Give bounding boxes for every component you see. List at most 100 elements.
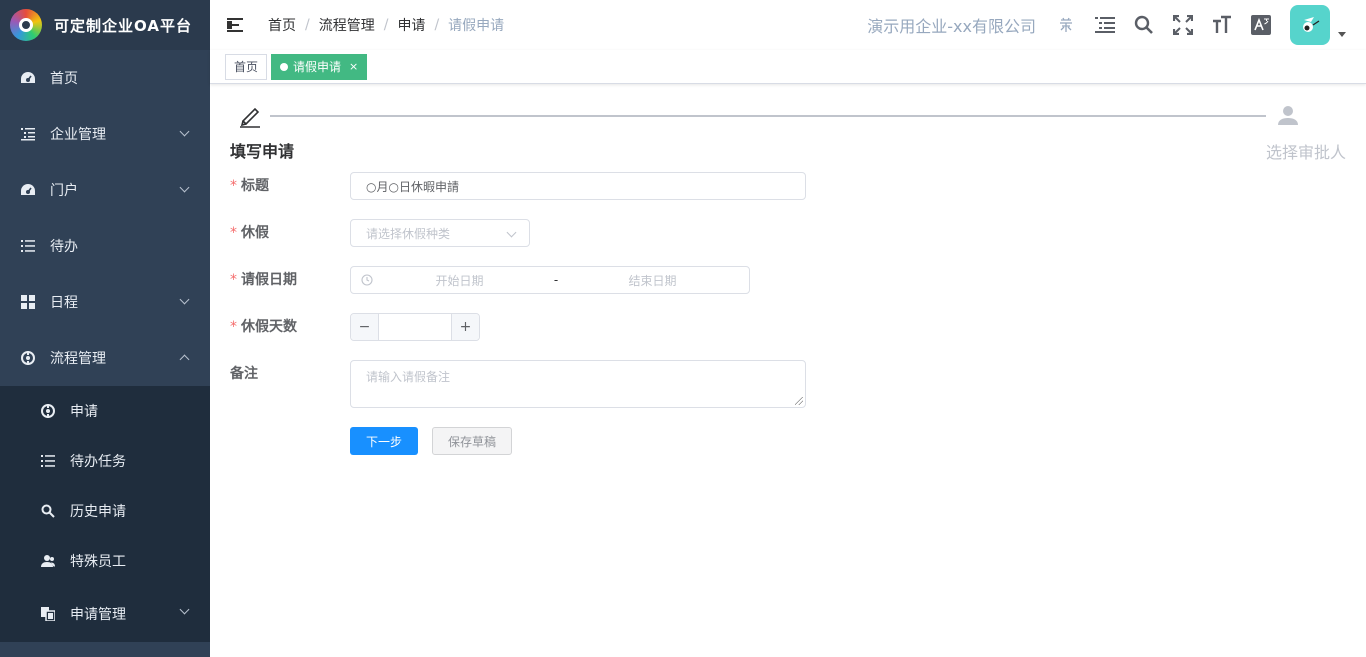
resize-handle[interactable] bbox=[795, 397, 803, 405]
leave-form: * 标题 ○月○日休暇申請 * 休假 请选择休假种类 * 请假日期 开始日期 -… bbox=[230, 172, 806, 455]
avatar[interactable] bbox=[1290, 5, 1330, 45]
days-stepper: − + bbox=[350, 313, 480, 341]
required-mark: * bbox=[230, 319, 237, 335]
title-input[interactable]: ○月○日休暇申請 bbox=[350, 172, 806, 200]
fullscreen-icon[interactable] bbox=[1173, 15, 1193, 35]
breadcrumb-item[interactable]: 申请 bbox=[397, 15, 425, 35]
chevron-down-icon bbox=[179, 126, 190, 137]
form-label: * 休假天数 bbox=[230, 319, 297, 335]
search-icon[interactable] bbox=[1134, 15, 1154, 35]
tag-label: 首页 bbox=[234, 59, 259, 74]
sidebar-subitem-todo-tasks[interactable]: 待办任务 bbox=[0, 436, 210, 486]
step-connector bbox=[270, 115, 1266, 117]
sidebar-item-process[interactable]: 流程管理 bbox=[0, 330, 210, 386]
tag-leave-request[interactable]: 请假申请 × bbox=[271, 53, 368, 80]
sidebar-subitem-label: 待办任务 bbox=[70, 454, 126, 470]
start-date-input[interactable]: 开始日期 bbox=[373, 272, 546, 289]
leave-type-select[interactable]: 请选择休假种类 bbox=[350, 219, 530, 247]
close-icon[interactable]: × bbox=[349, 55, 358, 79]
tree-list-icon bbox=[20, 126, 36, 142]
user-icon bbox=[1276, 104, 1300, 128]
sidebar-item-label: 企业管理 bbox=[50, 127, 106, 143]
sidebar-item-enterprise[interactable]: 企业管理 bbox=[0, 106, 210, 162]
chevron-down-icon bbox=[179, 604, 190, 615]
sidebar-subitem-apply[interactable]: 申请 bbox=[0, 386, 210, 436]
header-right: 演示用企业-xx有限公司 bbox=[867, 0, 1366, 50]
required-mark: * bbox=[230, 178, 237, 194]
chevron-down-icon bbox=[506, 227, 517, 238]
hamburger-icon[interactable] bbox=[227, 18, 245, 32]
brand-title: 可定制企业OA平台 bbox=[54, 16, 192, 35]
sidebar: 可定制企业OA平台 首页 企业管理 门户 待办 日程 流程管理 申请 待办任务 … bbox=[0, 0, 210, 657]
form-row-days: * 休假天数 − + bbox=[230, 313, 806, 341]
sidebar-item-label: 日程 bbox=[50, 295, 78, 311]
sidebar-subitem-label: 申请 bbox=[70, 404, 98, 420]
increment-button[interactable]: + bbox=[451, 314, 479, 340]
copy-icon bbox=[40, 606, 56, 622]
step-title-active: 填写申请 bbox=[230, 142, 295, 161]
chevron-down-icon bbox=[179, 294, 190, 305]
note-textarea[interactable]: 请输入请假备注 bbox=[350, 360, 806, 408]
tag-home[interactable]: 首页 bbox=[225, 53, 268, 80]
chevron-down-icon bbox=[179, 182, 190, 193]
required-mark: * bbox=[230, 272, 237, 288]
sidebar-item-todo[interactable]: 待办 bbox=[0, 218, 210, 274]
sidebar-item-portal[interactable]: 门户 bbox=[0, 162, 210, 218]
form-row-note: 备注 请输入请假备注 bbox=[230, 360, 806, 408]
clock-icon bbox=[361, 274, 373, 286]
breadcrumb-separator: / bbox=[383, 17, 389, 33]
dashboard-icon bbox=[20, 70, 36, 86]
sidebar-item-schedule[interactable]: 日程 bbox=[0, 274, 210, 330]
end-date-input[interactable]: 结束日期 bbox=[566, 272, 739, 289]
user-group-icon bbox=[40, 553, 56, 569]
sidebar-subitem-label: 申请管理 bbox=[70, 607, 126, 623]
sidebar-subitem-apply-manage[interactable]: 申请管理 bbox=[0, 586, 210, 642]
sidebar-item-label: 流程管理 bbox=[50, 351, 106, 367]
step-title-pending: 选择审批人 bbox=[1266, 143, 1347, 162]
sidebar-subitem-special-staff[interactable]: 特殊员工 bbox=[0, 536, 210, 586]
title-input-value: ○月○日休暇申請 bbox=[366, 179, 459, 194]
top-navbar: 首页 / 流程管理 / 申请 / 请假申请 演示用企业-xx有限公司 bbox=[210, 0, 1366, 50]
date-separator: - bbox=[553, 273, 559, 287]
form-row-leave-type: * 休假 请选择休假种类 bbox=[230, 219, 806, 247]
edit-icon bbox=[238, 104, 262, 128]
main-content: 填写申请 选择审批人 * 标题 ○月○日休暇申請 * 休假 请选择休假种类 * … bbox=[210, 84, 1366, 657]
brand: 可定制企业OA平台 bbox=[0, 0, 210, 50]
sidebar-item-label: 门户 bbox=[50, 183, 78, 199]
breadcrumb-separator: / bbox=[305, 17, 310, 33]
grid-icon bbox=[20, 294, 36, 310]
form-row-title: * 标题 ○月○日休暇申請 bbox=[230, 172, 806, 200]
decrement-button[interactable]: − bbox=[351, 314, 379, 340]
caret-down-icon[interactable] bbox=[1338, 31, 1346, 37]
font-size-icon[interactable] bbox=[1212, 15, 1232, 35]
save-draft-button[interactable]: 保存草稿 bbox=[432, 427, 512, 455]
sidebar-item-label: 待办 bbox=[50, 239, 78, 255]
sidebar-item-home[interactable]: 首页 bbox=[0, 50, 210, 106]
breadcrumb-item[interactable]: 首页 bbox=[268, 15, 296, 35]
chevron-up-icon bbox=[179, 354, 190, 365]
flow-icon bbox=[40, 403, 56, 419]
breadcrumb-separator: / bbox=[434, 17, 440, 33]
breadcrumb: 首页 / 流程管理 / 申请 / 请假申请 bbox=[268, 15, 504, 35]
logo-icon bbox=[10, 9, 42, 41]
form-label: * 请假日期 bbox=[230, 272, 297, 288]
form-label: * 标题 bbox=[230, 178, 269, 194]
sidebar-subitem-label: 历史申请 bbox=[70, 504, 126, 520]
settings-glyph-icon[interactable] bbox=[1056, 15, 1076, 35]
flow-icon bbox=[20, 350, 36, 366]
search-icon bbox=[40, 503, 56, 519]
breadcrumb-item[interactable]: 流程管理 bbox=[319, 15, 375, 35]
tree-list-icon[interactable] bbox=[1095, 15, 1115, 35]
next-step-button[interactable]: 下一步 bbox=[350, 427, 418, 455]
active-dot-icon bbox=[280, 62, 289, 71]
translate-icon[interactable] bbox=[1251, 15, 1271, 35]
date-range-picker[interactable]: 开始日期 - 结束日期 bbox=[350, 266, 750, 294]
sidebar-item-label: 首页 bbox=[50, 71, 78, 87]
sidebar-subitem-history[interactable]: 历史申请 bbox=[0, 486, 210, 536]
form-label: * 休假 bbox=[230, 225, 269, 241]
select-placeholder: 请选择休假种类 bbox=[366, 226, 451, 241]
list-icon bbox=[20, 238, 36, 254]
submenu-process: 申请 待办任务 历史申请 特殊员工 申请管理 bbox=[0, 386, 210, 642]
sidebar-subitem-label: 特殊员工 bbox=[70, 554, 126, 570]
dashboard-icon bbox=[20, 182, 36, 198]
